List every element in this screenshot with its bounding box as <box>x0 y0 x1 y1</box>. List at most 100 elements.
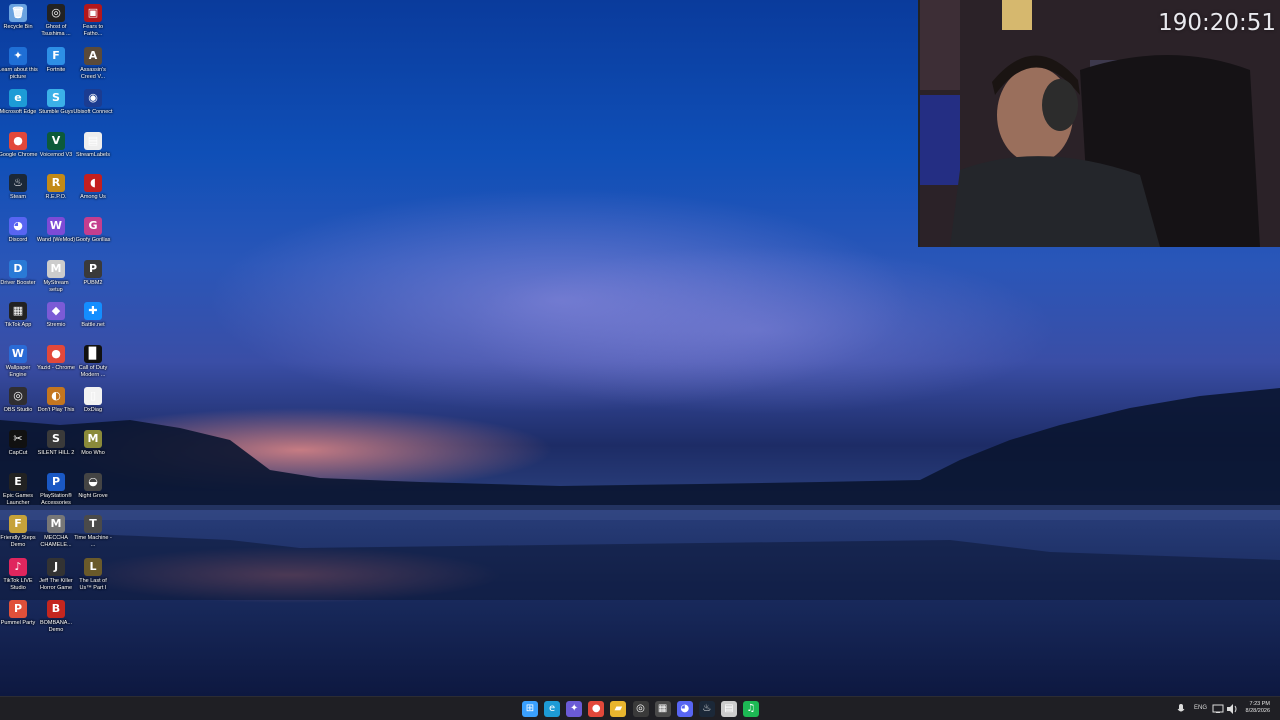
app-icon: J <box>47 557 65 576</box>
desktop-icon[interactable]: e Microsoft Edge <box>0 89 38 133</box>
desktop-icon[interactable]: S SILENT HILL 2 <box>36 430 76 474</box>
steam-taskbar-icon[interactable]: ♨ <box>698 701 715 717</box>
desktop-icon[interactable]: 🗑 Recycle Bin <box>0 4 38 48</box>
desktop-icon[interactable]: ♪ TikTok LIVE Studio <box>0 557 38 602</box>
desktop-icon-label: Time Machine - ... <box>74 535 112 549</box>
desktop-icon[interactable]: ✚ Battle.net <box>73 302 113 346</box>
start-button[interactable]: ⊞ <box>522 701 538 717</box>
file-explorer-taskbar-icon[interactable]: ▰ <box>610 701 627 717</box>
desktop-icon[interactable]: ◎ OBS Studio <box>0 387 38 431</box>
desktop-icon-label: Microsoft Edge <box>0 109 37 116</box>
desktop-icon[interactable]: ♨ Steam <box>0 174 38 218</box>
desktop-icon[interactable]: ◉ Ubisoft Connect <box>73 89 113 133</box>
desktop-icon[interactable]: ◆ Stremio <box>36 302 76 346</box>
desktop-icon[interactable]: T Time Machine - ... <box>73 515 113 559</box>
app-taskbar-icon[interactable]: ▦ <box>654 701 671 717</box>
desktop-icon[interactable]: P PlayStation® Accessories <box>36 472 76 517</box>
app-icon: W <box>47 217 65 235</box>
app-icon: G <box>84 217 102 235</box>
desktop-icon-label: Battle.net <box>81 322 105 329</box>
desktop-icon[interactable]: W Wand (WeMod) <box>36 217 76 261</box>
desktop-icon-label: Wallpaper Engine <box>5 364 31 378</box>
desktop-icon[interactable]: ◕ Discord <box>0 217 38 261</box>
desktop-icon[interactable]: ▦ TikTok App <box>0 302 38 346</box>
desktop-icon[interactable]: S Stumble Guys <box>36 89 76 133</box>
taskbar-clock[interactable]: 7:23 PM 8/28/2026 <box>1246 701 1270 715</box>
stream-uptime-timer: 190:20:51 <box>1158 10 1276 36</box>
obs-taskbar-icon[interactable]: ◎ <box>632 701 649 717</box>
app-icon: e <box>9 89 27 108</box>
language-indicator[interactable]: ENG <box>1194 703 1207 713</box>
desktop-icon[interactable]: ◒ Night Grove <box>73 472 113 517</box>
desktop-icon[interactable]: M MyStream setup <box>36 259 76 304</box>
desktop-icon-label: StreamLabels <box>76 151 110 158</box>
desktop-icon-label: Assassin's Creed V... <box>80 66 106 80</box>
streamlabels-taskbar-icon[interactable]: ▤ <box>720 701 737 717</box>
microphone-icon[interactable] <box>1176 702 1186 716</box>
app-icon: B <box>47 600 65 619</box>
desktop-icon[interactable]: ◐ Don't Play This <box>36 387 76 431</box>
desktop-icon-label: Google Chrome <box>0 151 38 158</box>
edge-taskbar-icon[interactable]: e <box>544 701 561 717</box>
copilot-taskbar-icon[interactable]: ✦ <box>566 701 583 717</box>
desktop-icon[interactable]: M MECCHA CHAMELE... <box>36 515 76 559</box>
desktop-icon-label: PUBM2 <box>83 279 103 286</box>
desktop-icon[interactable]: F Friendly Steps Demo <box>0 515 38 559</box>
desktop-icon[interactable]: P Pummel Party <box>0 600 38 644</box>
desktop-icon[interactable]: ▯ DxDiag <box>73 387 113 431</box>
desktop-icon[interactable]: ▤ StreamLabels <box>73 131 113 176</box>
desktop-icon[interactable]: M Moo Who <box>73 430 113 474</box>
network-icon[interactable] <box>1212 703 1224 715</box>
desktop-icon-label: Voicemod V3 <box>39 151 73 158</box>
app-icon: W <box>9 344 27 363</box>
app-icon: ● <box>9 131 27 150</box>
webcam-feed-image <box>920 0 1280 247</box>
desktop-icon[interactable]: D Driver Booster <box>0 259 38 304</box>
desktop-icon[interactable]: R R.E.P.O. <box>36 174 76 218</box>
desktop-icon[interactable]: L The Last of Us™ Part I <box>73 557 113 602</box>
desktop-icon[interactable]: P PUBM2 <box>73 259 113 304</box>
desktop-icon[interactable]: J Jeff The Killer Horror Game <box>36 557 76 602</box>
desktop-icon-label: Ghost of Tsushima ... <box>41 24 71 37</box>
webcam-overlay: 190:20:51 <box>918 0 1280 247</box>
desktop-icon[interactable]: ✂ CapCut <box>0 430 38 474</box>
desktop-icon[interactable]: A Assassin's Creed V... <box>73 46 113 91</box>
desktop-icon-label: Recycle Bin <box>3 24 33 30</box>
desktop-icon-label: Night Grove <box>78 492 108 499</box>
app-icon: ▣ <box>84 4 102 22</box>
desktop-icon[interactable]: ● Google Chrome <box>0 131 38 176</box>
desktop-icon[interactable]: W Wallpaper Engine <box>0 344 38 389</box>
desktop-icon-label: MECCHA CHAMELE... <box>40 535 72 549</box>
desktop-icon[interactable]: ● Yazid - Chrome <box>36 344 76 389</box>
desktop-icon[interactable]: G Goofy Gorillas <box>73 217 113 261</box>
desktop-icon[interactable]: F Fortnite <box>36 46 76 91</box>
desktop-icon-label: Wand (WeMod) <box>36 237 76 243</box>
desktop-icon[interactable]: B BOMBANA... Demo <box>36 600 76 644</box>
taskbar: ⊞ e ✦ ● ▰ ◎ ▦ ◕ ♨ ▤ ♫ ENG 7:23 PM 8/28/2026 <box>0 696 1280 720</box>
desktop-icon[interactable]: E Epic Games Launcher <box>0 472 38 517</box>
app-icon: ▦ <box>9 302 27 321</box>
desktop-icon[interactable]: ▣ Fears to Fatho... <box>73 4 113 48</box>
desktop-icon[interactable]: ◎ Ghost of Tsushima ... <box>36 4 76 48</box>
spotify-taskbar-icon[interactable]: ♫ <box>743 701 759 717</box>
desktop-icon-label: Ubisoft Connect <box>73 109 113 116</box>
desktop-icon-label: OBS Studio <box>3 407 33 414</box>
app-icon: M <box>84 430 102 448</box>
desktop-icon[interactable]: ✦ Learn about this picture <box>0 46 38 91</box>
desktop-icon-label: The Last of Us™ Part I <box>79 577 107 591</box>
clock-date: 8/28/2026 <box>1245 708 1270 714</box>
desktop-icon[interactable]: V Voicemod V3 <box>36 131 76 176</box>
desktop-icon[interactable]: ▉ Call of Duty Modern ... <box>73 344 113 389</box>
desktop-icon-label: Pummel Party <box>0 620 36 627</box>
discord-taskbar-icon[interactable]: ◕ <box>676 701 693 717</box>
app-icon: A <box>84 46 102 65</box>
volume-icon[interactable] <box>1226 703 1238 715</box>
app-icon: ◎ <box>47 4 65 22</box>
desktop-icon[interactable]: ◖ Among Us <box>73 174 113 218</box>
desktop-icon-label: DxDiag <box>83 407 103 414</box>
chrome-taskbar-icon[interactable]: ● <box>588 701 605 717</box>
desktop-icon-label: Yazid - Chrome <box>37 364 75 371</box>
app-icon: ▯ <box>84 387 102 406</box>
app-icon: ✦ <box>9 46 27 65</box>
desktop-icon-label: Epic Games Launcher <box>3 492 33 506</box>
